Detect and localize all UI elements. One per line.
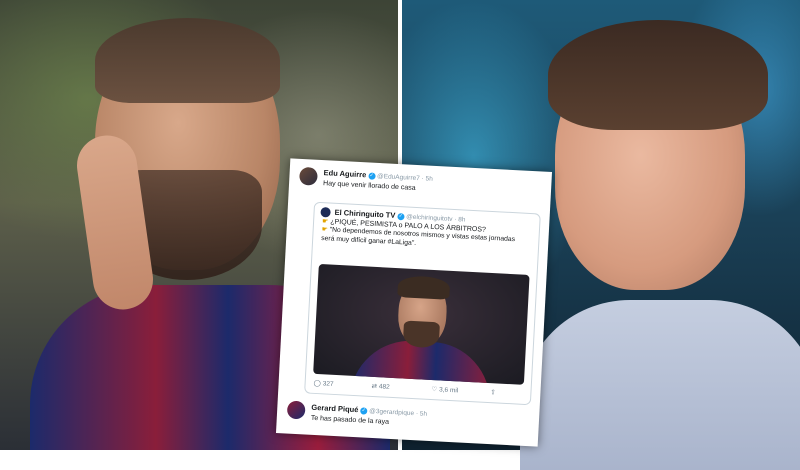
pointing-hand-icon: ☛ (321, 226, 328, 234)
avatar (286, 400, 306, 420)
retweet-count: 482 (378, 383, 390, 391)
verified-icon: ✓ (368, 172, 376, 180)
hair-shape (95, 18, 280, 103)
hair-shape (397, 275, 451, 300)
avatar (320, 206, 331, 218)
quoted-tweet: El Chiringuito TV ✓ @elchiringuitotv · 8… (304, 201, 541, 406)
quoted-photo (313, 263, 530, 385)
retweet-action[interactable]: ⇄ 482 (371, 382, 390, 391)
verified-icon: ✓ (397, 212, 405, 221)
tweet-text: Hay que venir llorado de casa (322, 180, 416, 192)
reply-author-name: Gerard Piqué (311, 402, 359, 415)
like-action[interactable]: ♡ 3,6 mil (431, 385, 458, 394)
shirt-shape (520, 300, 800, 470)
reply-count: 327 (322, 380, 334, 388)
author-name: Edu Aguirre (323, 168, 367, 180)
reply-author-handle: @3gerardpique · 5h (369, 407, 428, 418)
reply-icon: ◯ (313, 379, 322, 388)
share-icon: ⇪ (490, 389, 497, 397)
share-action[interactable]: ⇪ (490, 388, 496, 396)
like-icon: ♡ (431, 386, 438, 394)
reply-action[interactable]: ◯ 327 (313, 379, 333, 388)
tweet-screenshot-card: Edu Aguirre ✓ @EduAguirre7 · 5h Hay que … (275, 158, 553, 447)
avatar (299, 166, 318, 186)
verified-icon: ✓ (360, 407, 368, 415)
reply-tweet-text: Te has pasado de la raya (310, 414, 390, 426)
author-handle: @EduAguirre7 · 5h (376, 172, 433, 183)
retweet-icon: ⇄ (371, 382, 378, 391)
like-count: 3,6 mil (438, 386, 459, 395)
hair-shape-right (548, 20, 768, 130)
pointing-hand-icon: ☛ (321, 218, 329, 226)
